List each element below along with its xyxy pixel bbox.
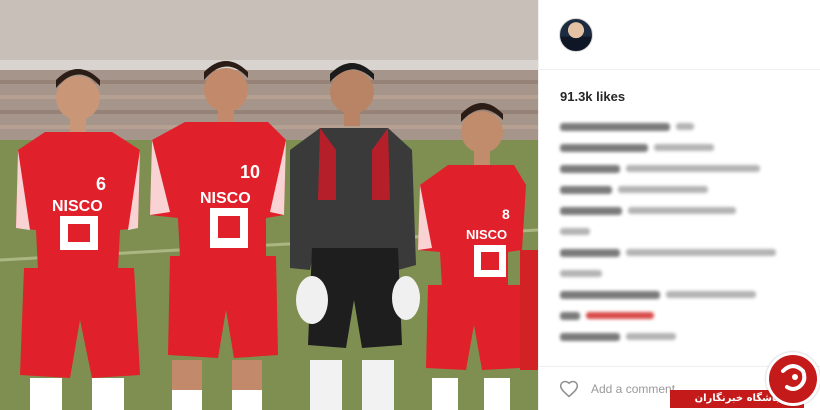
comment-item bbox=[560, 121, 800, 132]
jersey-sponsor-1: NISCO bbox=[52, 198, 103, 215]
jersey-sponsor-4: NISCO bbox=[466, 227, 508, 242]
comment-item bbox=[560, 331, 800, 342]
instagram-post: NISCO 6 NISCO 10 NISCO 8 91.3k likes Add… bbox=[0, 0, 820, 410]
comment-item bbox=[560, 163, 800, 174]
post-photo: NISCO 6 NISCO 10 NISCO 8 bbox=[0, 0, 538, 410]
comment-item bbox=[560, 289, 800, 300]
comment-item bbox=[560, 247, 800, 258]
comment-item bbox=[560, 205, 800, 216]
comment-item bbox=[560, 226, 800, 237]
jersey-number-2: 10 bbox=[240, 162, 261, 182]
comment-item bbox=[560, 268, 800, 279]
watermark-logo-icon bbox=[766, 352, 820, 406]
heart-icon[interactable] bbox=[559, 379, 579, 399]
comment-item bbox=[560, 310, 800, 321]
post-sidebar: 91.3k likes باشگاه خبرنگاران bbox=[538, 0, 820, 410]
comment-item bbox=[560, 142, 800, 153]
jersey-number-4: 8 bbox=[502, 206, 510, 222]
comment-item bbox=[560, 184, 800, 195]
post-header bbox=[539, 0, 820, 70]
comments-list bbox=[560, 121, 800, 352]
watermark: باشگاه خبرنگاران bbox=[670, 350, 820, 410]
jersey-sponsor-2: NISCO bbox=[200, 190, 251, 207]
avatar[interactable] bbox=[559, 17, 593, 52]
jersey-number-1: 6 bbox=[96, 174, 107, 194]
likes-count[interactable]: 91.3k likes bbox=[560, 89, 625, 104]
